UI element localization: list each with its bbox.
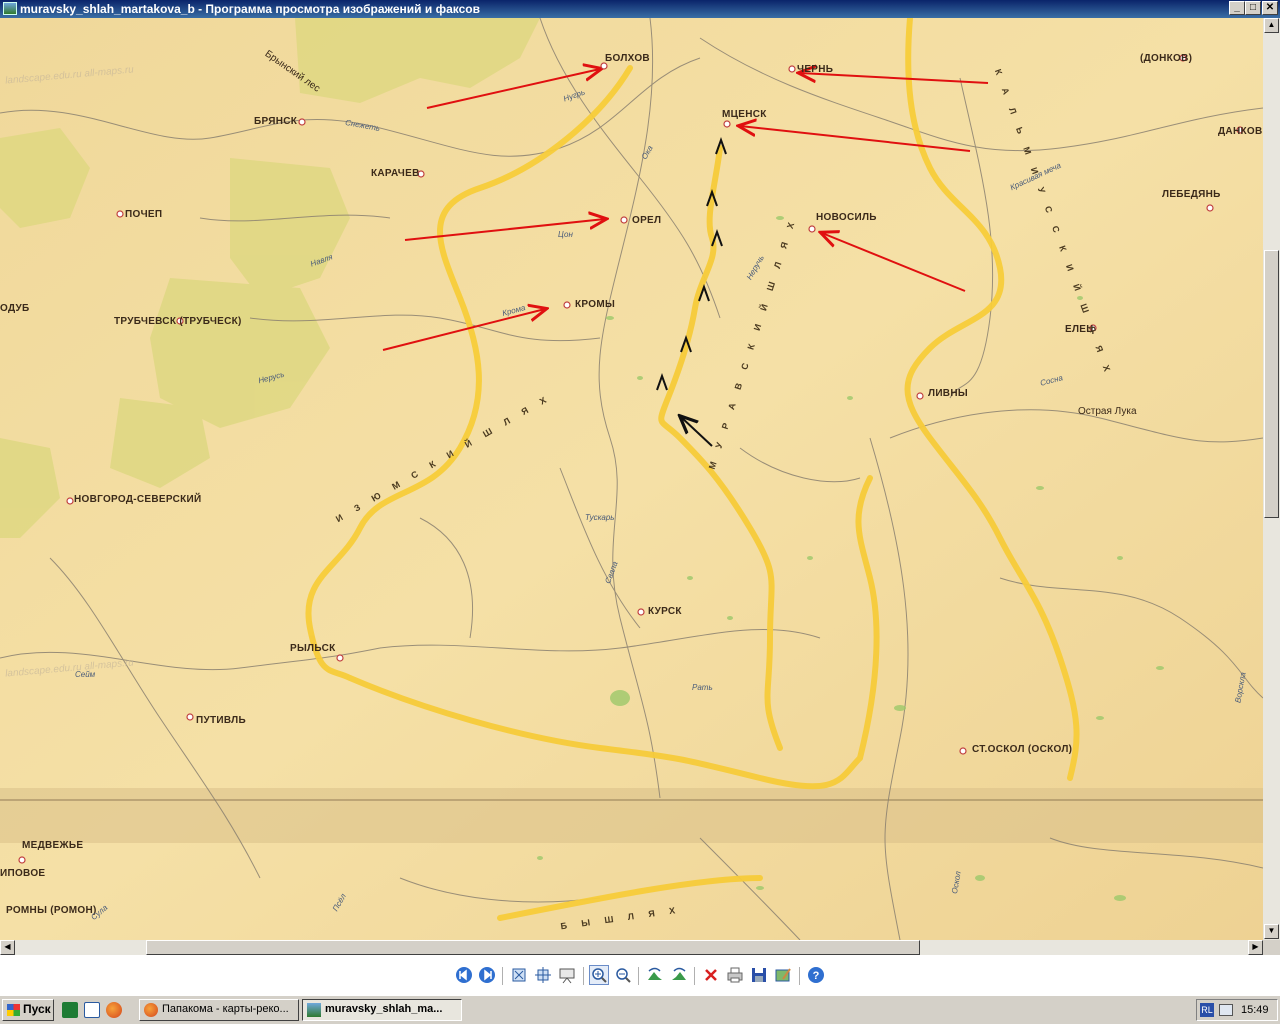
- city-label: ОРЕЛ: [632, 215, 662, 226]
- firefox-icon: [144, 1003, 158, 1017]
- taskbar-item-label: Папакома - карты-реко...: [162, 1003, 289, 1015]
- window-title-bar[interactable]: muravsky_shlah_martakova_b - Программа п…: [0, 0, 1280, 18]
- svg-text:?: ?: [813, 970, 820, 982]
- horizontal-scrollbar[interactable]: ◀ ▶: [0, 940, 1263, 955]
- river-label: Рать: [692, 683, 713, 692]
- delete-icon[interactable]: [701, 965, 721, 985]
- taskbar-item-firefox[interactable]: Папакома - карты-реко...: [139, 999, 299, 1021]
- scroll-up-button[interactable]: ▲: [1264, 18, 1279, 33]
- image-viewer-icon: [3, 2, 17, 15]
- window-title: muravsky_shlah_martakova_b - Программа п…: [20, 2, 480, 16]
- city-label: НОВОСИЛЬ: [816, 212, 877, 223]
- next-image-icon[interactable]: [477, 965, 497, 985]
- viewer-toolbar: ?: [0, 955, 1280, 995]
- image-viewer-icon: [307, 1003, 321, 1017]
- city-label: РЫЛЬСК: [290, 643, 336, 654]
- city-label: (ДОНКОВ): [1140, 53, 1193, 64]
- windows-flag-icon: [7, 1004, 20, 1016]
- city-label: МЦЕНСК: [722, 109, 767, 120]
- city-label: ПОЧЕП: [125, 209, 163, 220]
- city-label: КРОМЫ: [575, 299, 616, 310]
- city-label: ЛЕБЕДЯНЬ: [1162, 189, 1221, 200]
- city-label: СТ.ОСКОЛ (ОСКОЛ): [972, 744, 1073, 755]
- language-indicator[interactable]: RL: [1200, 1003, 1214, 1017]
- river-label: Тускарь: [585, 513, 615, 522]
- firefox-icon[interactable]: [106, 1002, 122, 1018]
- print-icon[interactable]: [725, 965, 745, 985]
- help-icon[interactable]: ?: [806, 965, 826, 985]
- vertical-scroll-thumb[interactable]: [1264, 250, 1279, 518]
- city-label: КУРСК: [648, 606, 682, 617]
- scroll-down-button[interactable]: ▼: [1264, 924, 1279, 939]
- city-label: КАРАЧЕВ: [371, 168, 420, 179]
- image-viewport[interactable]: БОЛХОВ ЧЕРНЬ МЦЕНСК БРЯНСК КАРАЧЕВ ПОЧЕП…: [0, 18, 1263, 940]
- start-button[interactable]: Пуск: [2, 999, 54, 1021]
- actual-size-icon[interactable]: [533, 965, 553, 985]
- word-icon[interactable]: [84, 1002, 100, 1018]
- system-tray: RL 15:49: [1196, 999, 1278, 1021]
- map-image: [0, 18, 1263, 940]
- city-label: ПУТИВЛЬ: [196, 715, 246, 726]
- place-label: Острая Лука: [1078, 406, 1137, 417]
- save-icon[interactable]: [749, 965, 769, 985]
- scroll-left-button[interactable]: ◀: [0, 940, 15, 955]
- city-label: ЛИВНЫ: [928, 388, 968, 399]
- previous-image-icon[interactable]: [454, 965, 474, 985]
- city-label: ОДУБ: [0, 303, 30, 314]
- maximize-button[interactable]: □: [1245, 1, 1261, 15]
- zoom-out-icon[interactable]: [613, 965, 633, 985]
- city-label: ЧЕРНЬ: [797, 64, 834, 75]
- city-label: ТРУБЧЕВСК (ТРУБЧЕСК): [114, 316, 242, 327]
- taskbar: Пуск Папакома - карты-реко... muravsky_s…: [0, 995, 1280, 1024]
- taskbar-item-label: muravsky_shlah_ma...: [325, 1003, 443, 1015]
- river-label: Цон: [558, 230, 573, 239]
- network-icon[interactable]: [1219, 1004, 1233, 1016]
- city-label: ДАНКОВ: [1218, 126, 1263, 137]
- start-label: Пуск: [23, 1002, 51, 1016]
- vertical-scrollbar[interactable]: ▲ ▼: [1263, 18, 1280, 940]
- city-label: РОМНЫ (РОМОН): [6, 905, 97, 916]
- city-label: НОВГОРОД-СЕВЕРСКИЙ: [74, 494, 202, 505]
- rotate-clockwise-icon[interactable]: [645, 965, 665, 985]
- city-label: МЕДВЕЖЬЕ: [22, 840, 84, 851]
- city-label: БРЯНСК: [254, 116, 298, 127]
- excel-icon[interactable]: [62, 1002, 78, 1018]
- scrollbar-corner: [1263, 940, 1280, 955]
- zoom-in-icon[interactable]: [589, 965, 609, 985]
- best-fit-icon[interactable]: [509, 965, 529, 985]
- close-button[interactable]: ✕: [1262, 1, 1278, 15]
- minimize-button[interactable]: _: [1229, 1, 1245, 15]
- horizontal-scroll-thumb[interactable]: [146, 940, 920, 955]
- city-label: БОЛХОВ: [605, 53, 650, 64]
- scroll-right-button[interactable]: ▶: [1248, 940, 1263, 955]
- edit-icon[interactable]: [773, 965, 793, 985]
- city-label: ИПОВОЕ: [0, 868, 46, 879]
- slideshow-icon[interactable]: [557, 965, 577, 985]
- map-fold: [0, 788, 1263, 843]
- taskbar-item-image-viewer[interactable]: muravsky_shlah_ma...: [302, 999, 462, 1021]
- clock[interactable]: 15:49: [1241, 1003, 1269, 1017]
- rotate-counterclockwise-icon[interactable]: [669, 965, 689, 985]
